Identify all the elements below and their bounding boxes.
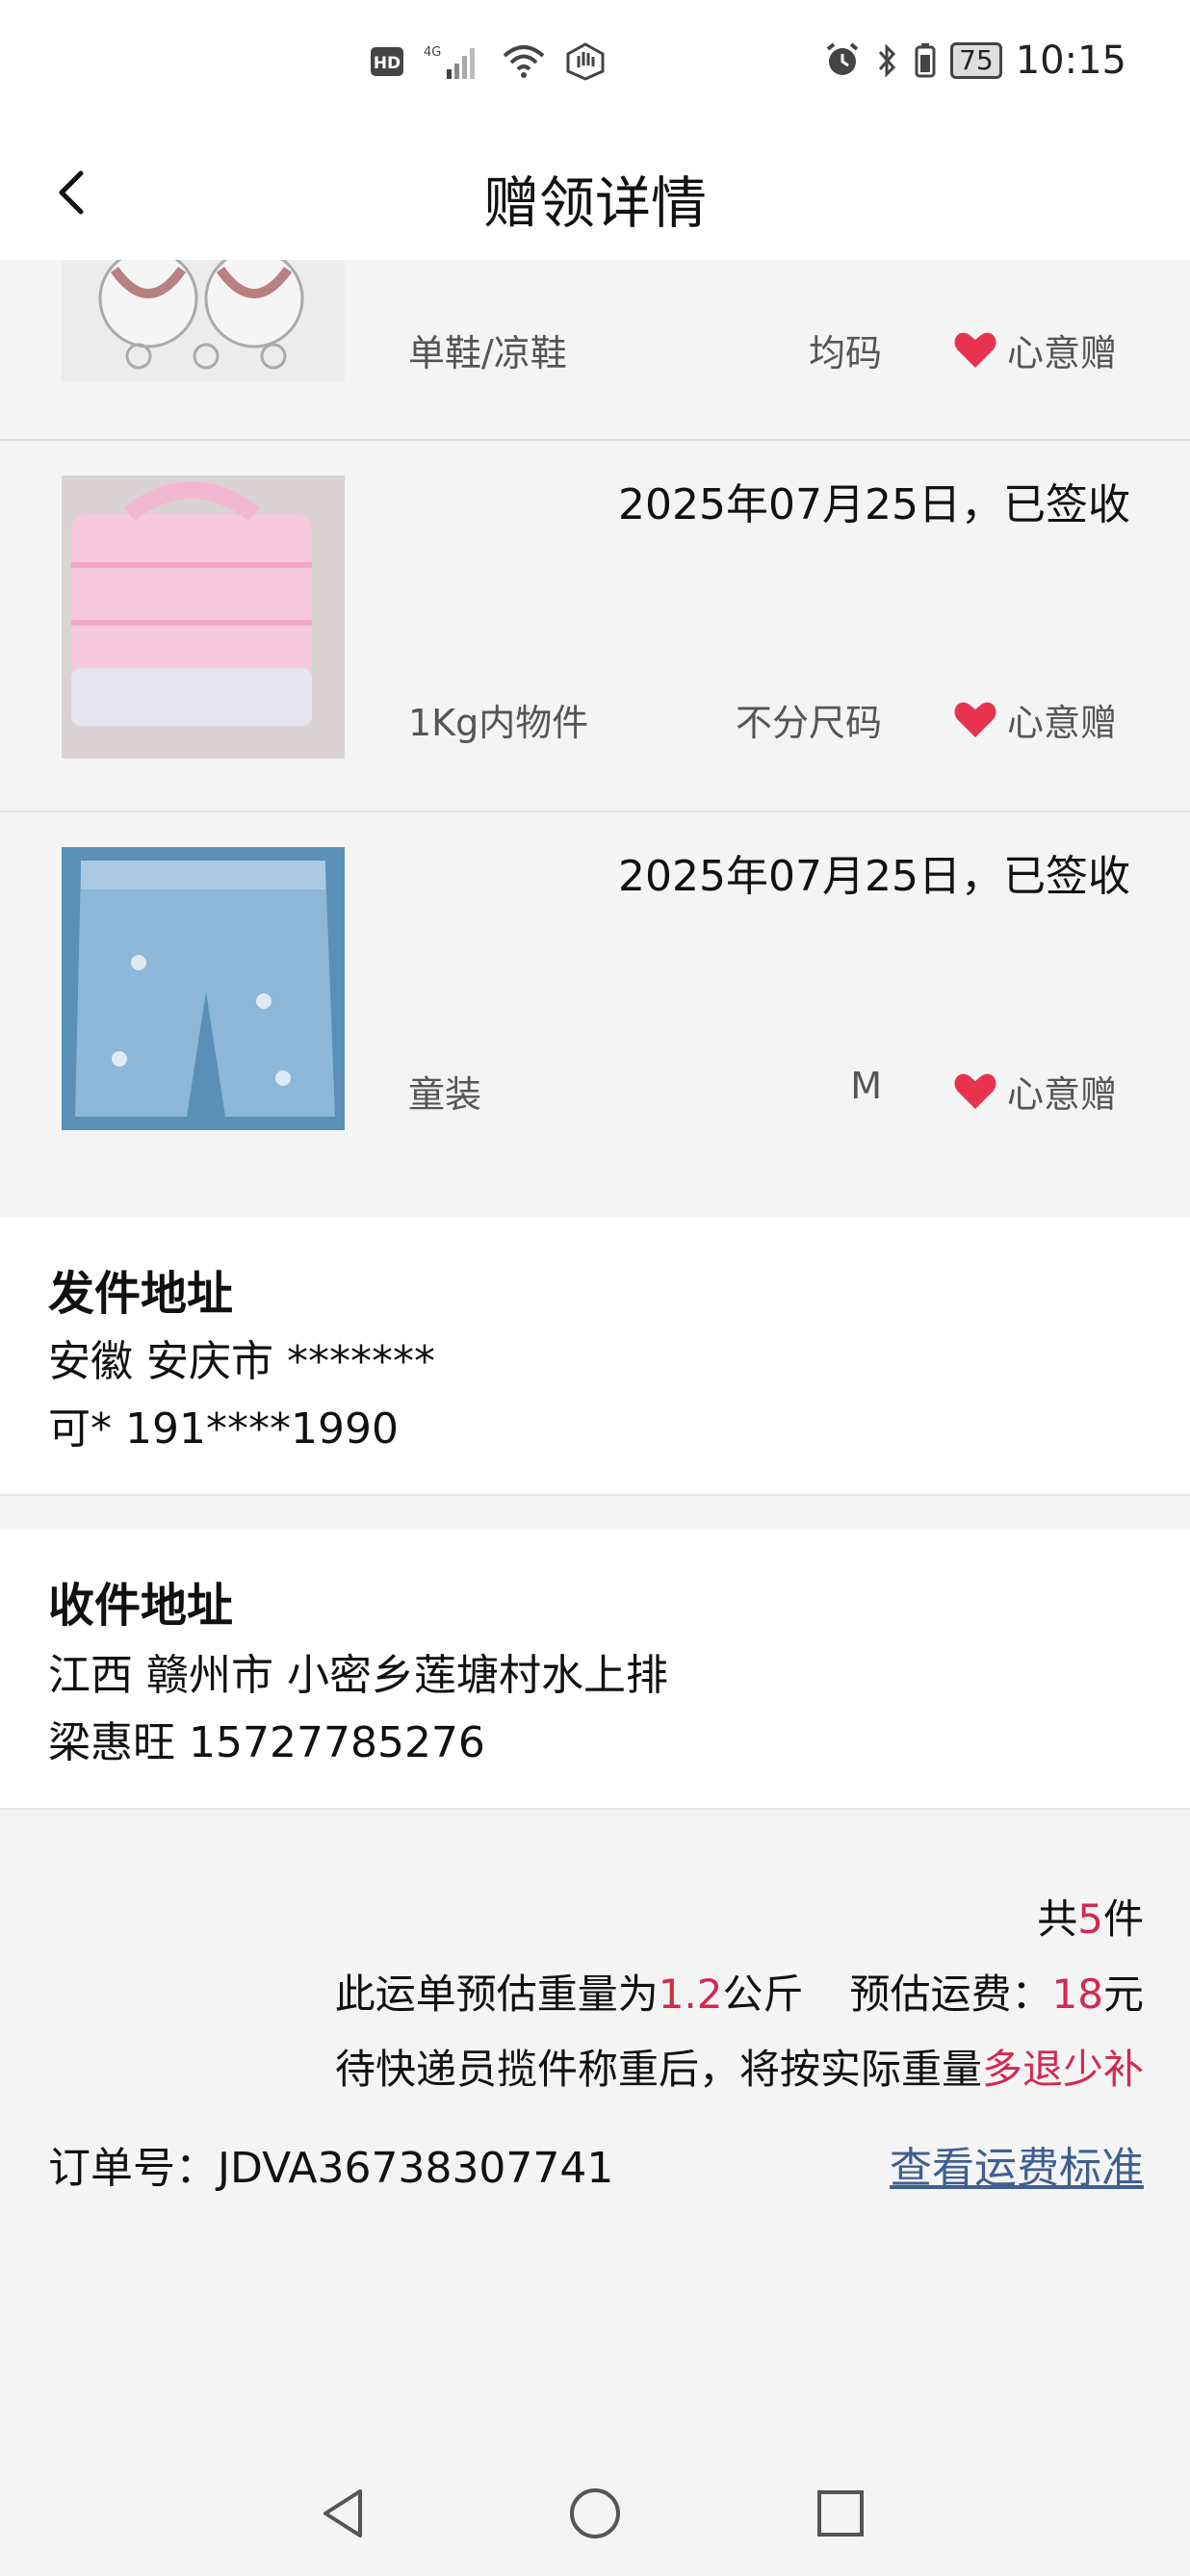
battery-icon	[915, 43, 936, 78]
item-photo-shoes	[62, 260, 345, 381]
kids-pants-image	[62, 847, 345, 1130]
total-count-row: 共5件	[1037, 1887, 1144, 1945]
item-size: 均码	[808, 332, 882, 374]
item-tag: 心意赠	[953, 693, 1117, 746]
shipping-rates-link[interactable]: 查看运费标准	[890, 2133, 1144, 2195]
header: 赠领详情	[0, 131, 1190, 260]
item-list: 单鞋/凉鞋 均码 心意赠 2025年07月25日，已签收 1Kg内物件 不分尺码	[0, 260, 1190, 1217]
storage-box-image	[62, 476, 345, 759]
signal-4g-icon: 4G	[424, 45, 475, 79]
status-left-icons: HD 4G	[370, 42, 607, 81]
item-photo-box	[62, 476, 345, 759]
item-category: 单鞋/凉鞋	[408, 332, 567, 374]
nav-back-icon[interactable]	[314, 2484, 374, 2543]
receiver-contact: 梁惠旺 15727785276	[48, 1718, 485, 1767]
nav-home-icon[interactable]	[565, 2484, 625, 2543]
fee-prefix: 预估运费：	[849, 1971, 1052, 2018]
fee-unit: 元	[1102, 1971, 1144, 2018]
sender-heading: 发件地址	[48, 1267, 234, 1321]
status-time: 10:15	[1015, 39, 1126, 83]
weight-note-row: 待快递员揽件称重后，将按实际重量多退少补	[335, 2037, 1144, 2096]
page-title: 赠领详情	[482, 170, 707, 236]
bluetooth-icon	[878, 43, 896, 78]
weight-unit: 公斤	[722, 1971, 804, 2018]
heart-icon	[954, 702, 996, 737]
weight-prefix: 此运单预估重量为	[334, 1971, 659, 2018]
item-size: 不分尺码	[735, 702, 882, 744]
item-category: 童装	[408, 1073, 482, 1116]
nav-recents-icon[interactable]	[811, 2484, 870, 2543]
item-photo-pants	[62, 847, 345, 1130]
svg-text:4G: 4G	[424, 45, 441, 60]
shoes-image	[62, 260, 345, 381]
hd-icon: HD	[371, 47, 403, 76]
system-nav-bar	[0, 2451, 1190, 2576]
status-right: 75 10:15	[823, 39, 1126, 83]
fee-value: 18	[1051, 1971, 1103, 2018]
sender-address: 安徽 安庆市 *******	[48, 1337, 435, 1386]
total-prefix: 共	[1037, 1895, 1078, 1943]
sender-contact: 可* 191****1990	[48, 1404, 399, 1454]
status-bar: HD 4G 75 10:15	[0, 0, 1190, 131]
item-tag: 心意赠	[953, 323, 1117, 376]
order-number: 订单号：JDVA36738307741	[48, 2144, 614, 2193]
list-item[interactable]: 单鞋/凉鞋 均码 心意赠	[0, 260, 1190, 441]
total-count: 5	[1077, 1895, 1103, 1943]
item-tag-label: 心意赠	[1007, 332, 1118, 374]
list-item[interactable]: 2025年07月25日，已签收 1Kg内物件 不分尺码 心意赠	[0, 441, 1190, 812]
wifi-icon	[503, 45, 545, 78]
heart-icon	[954, 1073, 996, 1109]
item-tag-label: 心意赠	[1007, 702, 1118, 744]
item-size: M	[850, 1065, 882, 1107]
weight-fee-row: 此运单预估重量为1.2公斤 预估运费：18元	[335, 1962, 1144, 2021]
item-category: 1Kg内物件	[408, 702, 589, 744]
alarm-icon	[826, 42, 859, 75]
receiver-address-card: 收件地址 江西 赣州市 小密乡莲塘村水上排 梁惠旺 15727785276	[0, 1529, 1190, 1810]
receiver-address: 江西 赣州市 小密乡莲塘村水上排	[48, 1651, 668, 1700]
item-tag-label: 心意赠	[1007, 1073, 1118, 1116]
heart-icon	[954, 332, 996, 368]
sender-address-card: 发件地址 安徽 安庆市 ******* 可* 191****1990	[0, 1217, 1190, 1496]
order-summary: 共5件 此运单预估重量为1.2公斤 预估运费：18元 待快递员揽件称重后，将按实际…	[0, 1810, 1190, 2449]
total-suffix: 件	[1102, 1895, 1144, 1943]
receiver-heading: 收件地址	[48, 1579, 234, 1633]
weight-value: 1.2	[658, 1971, 723, 2018]
svg-text:HD: HD	[374, 54, 401, 73]
battery-level: 75	[950, 42, 1002, 79]
list-item[interactable]: 2025年07月25日，已签收 童装 M 心意赠	[0, 812, 1190, 1217]
item-date: 2025年07月25日，已签收	[618, 852, 1130, 901]
item-date: 2025年07月25日，已签收	[618, 480, 1130, 529]
note-prefix: 待快递员揽件称重后，将按实际重量	[334, 2046, 982, 2093]
note-highlight: 多退少补	[981, 2046, 1144, 2093]
hand-icon	[566, 42, 605, 81]
item-tag: 心意赠	[953, 1065, 1117, 1118]
